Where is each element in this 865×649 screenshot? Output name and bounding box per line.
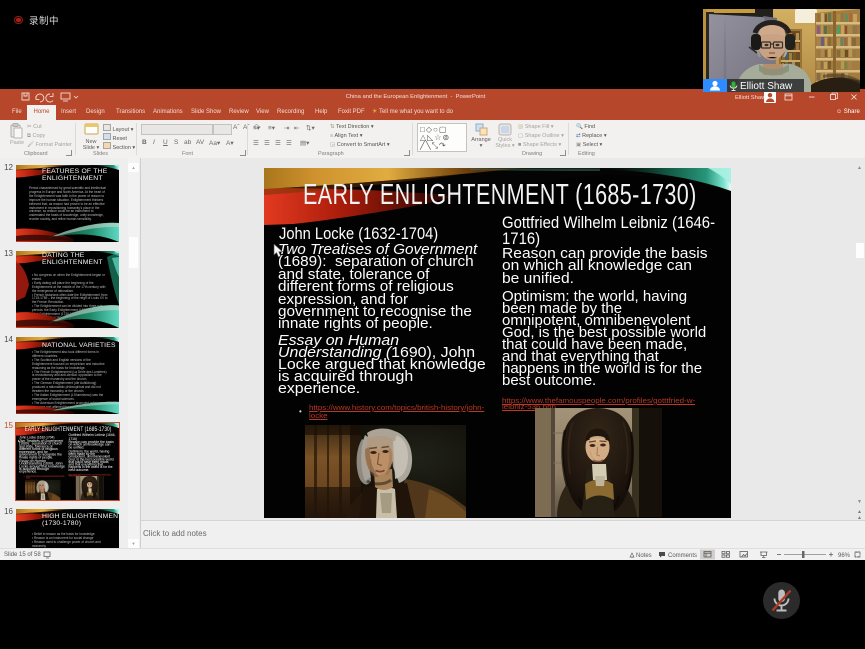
svg-text:96%: 96% bbox=[838, 553, 851, 559]
svg-text:Elliott Shaw: Elliott Shaw bbox=[735, 95, 766, 101]
svg-text:Notes: Notes bbox=[636, 553, 652, 559]
svg-text:Elliott Shaw: Elliott Shaw bbox=[740, 81, 793, 92]
svg-text:Comments: Comments bbox=[668, 553, 697, 559]
